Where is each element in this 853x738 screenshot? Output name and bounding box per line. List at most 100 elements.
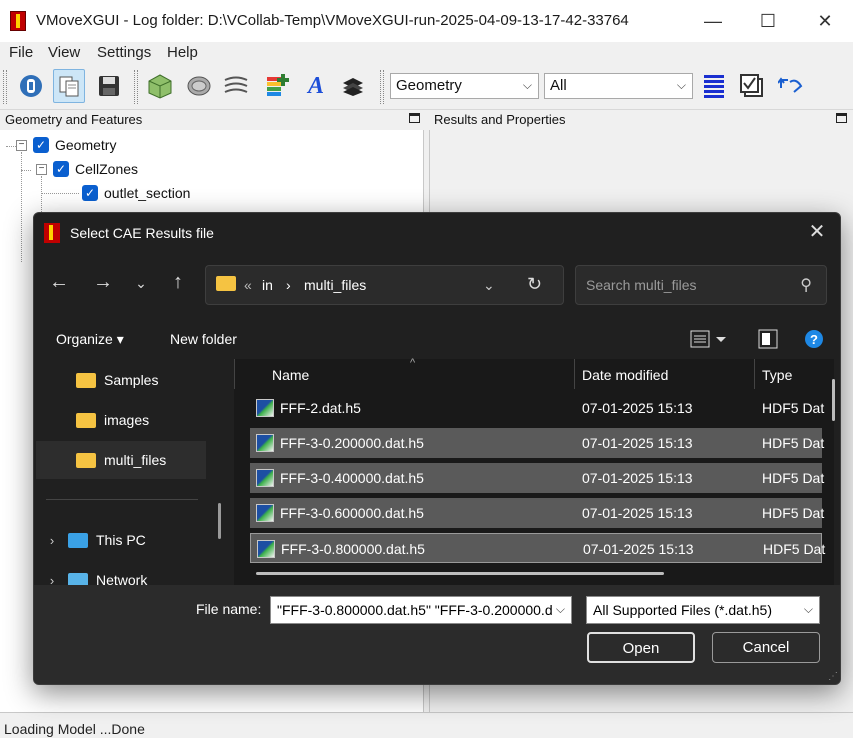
nav-item-images[interactable]: images [36, 401, 206, 439]
geometry-cube-button[interactable] [144, 69, 176, 103]
chevron-down-icon[interactable]: ⌄ [483, 277, 495, 294]
geometry-panel-header: Geometry and Features [0, 110, 424, 130]
feature-type-value: Geometry [396, 77, 462, 94]
nav-item-samples[interactable]: Samples [36, 361, 206, 399]
view-options-button[interactable] [690, 328, 730, 353]
address-bar[interactable]: « in › multi_files ⌄ ↻ [205, 265, 564, 305]
toolbar-grip[interactable] [380, 70, 384, 104]
breadcrumb-overflow[interactable]: « [244, 277, 252, 293]
float-panel-icon[interactable] [836, 113, 847, 123]
feature-filter-select[interactable]: All ⌵ [544, 73, 693, 99]
cancel-button[interactable]: Cancel [712, 632, 820, 663]
close-button[interactable]: ✕ [797, 0, 853, 42]
back-button[interactable]: ← [44, 271, 74, 299]
results-panel-header: Results and Properties [429, 110, 853, 130]
menu-settings[interactable]: Settings [97, 44, 151, 61]
nav-item-label: Samples [104, 372, 159, 388]
float-panel-icon[interactable] [409, 113, 420, 123]
menu-help[interactable]: Help [167, 44, 198, 61]
file-name-input[interactable]: "FFF-3-0.800000.dat.h5" "FFF-3-0.200000.… [270, 596, 572, 624]
colorbar-plus-icon [267, 74, 289, 96]
file-row[interactable]: FFF-2.dat.h5 07-01-2025 15:13 HDF5 Dat [250, 393, 824, 423]
column-header-name[interactable]: Name [272, 367, 309, 383]
file-type: HDF5 Dat [762, 505, 825, 521]
save-button[interactable] [93, 69, 125, 103]
list-view-button[interactable] [698, 69, 730, 103]
tree-item-geometry[interactable]: − ✓ Geometry [16, 137, 116, 153]
collapse-icon[interactable]: − [16, 139, 27, 151]
file-row-selected[interactable]: FFF-3-0.400000.dat.h5 07-01-2025 15:13 H… [250, 463, 824, 493]
copy-button[interactable] [53, 69, 85, 103]
add-results-button[interactable] [262, 69, 294, 103]
layers-button[interactable] [220, 69, 252, 103]
search-input[interactable]: Search multi_files [586, 277, 697, 293]
refresh-icon[interactable]: ↻ [527, 274, 542, 295]
file-type: HDF5 Dat [762, 435, 825, 451]
check-all-button[interactable] [736, 69, 768, 103]
window-title: VMoveXGUI - Log folder: D:\VCollab-Temp\… [36, 12, 629, 29]
nav-item-this-pc[interactable]: › This PC [36, 521, 206, 559]
checkbox-checked-icon[interactable]: ✓ [82, 185, 98, 201]
search-box[interactable]: Search multi_files ⚲ [575, 265, 827, 305]
file-type-filter-select[interactable]: All Supported Files (*.dat.h5) ⌵ [586, 596, 820, 624]
toolbar-grip[interactable] [134, 70, 138, 104]
forward-button[interactable]: → [88, 271, 118, 299]
sync-button[interactable] [775, 69, 807, 103]
chevron-down-icon: ⌵ [803, 602, 813, 616]
toolbar-grip[interactable] [3, 70, 7, 104]
help-button[interactable]: ? [804, 329, 824, 352]
menu-view[interactable]: View [48, 44, 80, 61]
feature-filter-value: All [550, 77, 567, 94]
organize-button[interactable]: Organize ▾ [56, 331, 124, 348]
file-date: 07-01-2025 15:13 [582, 435, 693, 451]
open-model-button[interactable] [15, 69, 47, 103]
menu-file[interactable]: File [9, 44, 33, 61]
nav-item-multi-files[interactable]: multi_files [36, 441, 206, 479]
status-text: Loading Model ...Done [4, 721, 145, 737]
column-header-date[interactable]: Date modified [582, 367, 668, 383]
breadcrumb-item-current[interactable]: multi_files [304, 277, 366, 293]
feature-type-select[interactable]: Geometry ⌵ [390, 73, 539, 99]
checkbox-checked-icon[interactable]: ✓ [33, 137, 49, 153]
new-folder-button[interactable]: New folder [170, 331, 237, 347]
search-icon: ⚲ [800, 277, 812, 294]
file-row-selected[interactable]: FFF-3-0.200000.dat.h5 07-01-2025 15:13 H… [250, 428, 825, 458]
column-header-type[interactable]: Type [762, 367, 792, 383]
navigation-pane: Samples images multi_files › This PC › N… [34, 359, 224, 588]
nav-item-label: This PC [96, 532, 146, 548]
up-button[interactable]: ↑ [163, 271, 193, 299]
surface-button[interactable] [183, 69, 215, 103]
tree-item-cellzones[interactable]: − ✓ CellZones [36, 161, 138, 177]
chevron-right-icon[interactable]: › [36, 533, 68, 548]
chevron-down-icon: ⌄ [135, 275, 147, 291]
font-button[interactable]: A [300, 69, 332, 103]
minimize-button[interactable]: — [685, 0, 741, 42]
title-bar: VMoveXGUI - Log folder: D:\VCollab-Temp\… [0, 0, 853, 42]
file-row-selected[interactable]: FFF-3-0.600000.dat.h5 07-01-2025 15:13 H… [250, 498, 825, 528]
breadcrumb-item-in[interactable]: in [262, 277, 273, 293]
collapse-icon[interactable]: − [36, 163, 47, 175]
hdf5-file-icon [256, 504, 274, 522]
chevron-down-icon[interactable]: ⌵ [556, 602, 565, 617]
hdf5-file-icon [256, 469, 274, 487]
stack-button[interactable] [337, 69, 369, 103]
preview-pane-button[interactable] [758, 329, 778, 352]
nav-scrollbar[interactable] [218, 503, 221, 539]
font-icon: A [307, 72, 324, 99]
file-row-focused[interactable]: FFF-3-0.800000.dat.h5 07-01-2025 15:13 H… [250, 533, 825, 563]
resize-grip-icon[interactable]: ⋰ [828, 671, 838, 682]
file-open-dialog: Select CAE Results file ✕ ← → ⌄ ↑ « in ›… [33, 212, 841, 685]
checkbox-checked-icon[interactable]: ✓ [53, 161, 69, 177]
folder-icon [76, 372, 96, 388]
open-button[interactable]: Open [587, 632, 695, 663]
dialog-footer: File name: "FFF-3-0.800000.dat.h5" "FFF-… [34, 585, 840, 684]
file-name: FFF-3-0.400000.dat.h5 [280, 470, 424, 486]
recent-locations-button[interactable]: ⌄ [126, 275, 156, 303]
file-list-vertical-scrollbar[interactable] [832, 379, 835, 421]
tree-item-outlet-section[interactable]: ✓ outlet_section [82, 185, 190, 201]
dialog-close-button[interactable]: ✕ [802, 219, 832, 247]
swap-arrows-icon [778, 77, 803, 93]
file-list-horizontal-scrollbar[interactable] [256, 572, 664, 575]
results-panel-title: Results and Properties [434, 112, 566, 127]
maximize-button[interactable]: ☐ [740, 0, 796, 42]
